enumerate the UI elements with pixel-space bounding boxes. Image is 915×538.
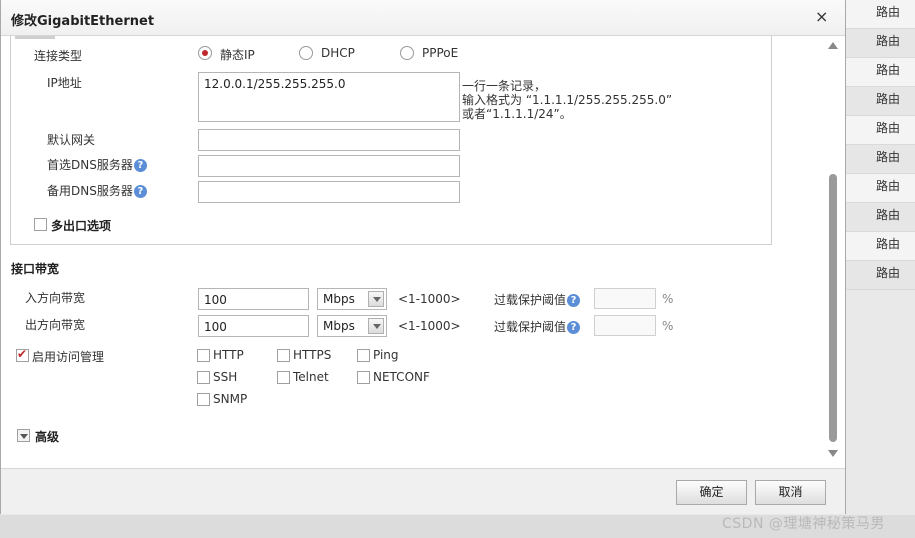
inbound-bandwidth-label: 入方向带宽 (25, 291, 86, 305)
watermark: CSDN @理塘神秘策马男 (722, 516, 885, 532)
list-item[interactable]: 路由 (846, 203, 915, 232)
radio-static-ip-label[interactable]: 静态IP (220, 46, 255, 63)
help-icon[interactable]: ? (567, 294, 581, 307)
list-item[interactable]: 路由 (846, 87, 915, 116)
snmp-checkbox[interactable] (197, 393, 210, 406)
list-item[interactable]: 路由 (846, 116, 915, 145)
dialog-content: 连接类型 静态IP DHCP PPPoE IP地址 12.0.0.1/255.2… (1, 36, 827, 468)
hint-line: 或者“1.1.1.1/24”。 (462, 107, 572, 121)
help-icon[interactable]: ? (133, 159, 147, 172)
outbound-unit-select[interactable]: Mbps (317, 315, 387, 337)
scroll-up-icon[interactable] (828, 42, 838, 49)
secondary-dns-input[interactable] (198, 181, 460, 203)
scroll-thumb[interactable] (829, 174, 837, 442)
ping-label[interactable]: Ping (373, 348, 399, 362)
default-gateway-input[interactable] (198, 129, 460, 151)
inbound-overload-label: 过载保护阈值? (494, 291, 581, 308)
https-label[interactable]: HTTPS (293, 348, 331, 362)
list-item[interactable]: 路由 (846, 58, 915, 87)
edit-interface-dialog: 修改GigabitEthernet × 连接类型 静态IP DHCP PPPoE… (0, 0, 846, 514)
ip-format-hint: 一行一条记录， 输入格式为 “1.1.1.1/255.255.255.0” 或者… (462, 79, 672, 121)
hint-line: 输入格式为 “1.1.1.1/255.255.255.0” (462, 93, 673, 107)
ip-address-label: IP地址 (47, 76, 82, 90)
percent-sign: % (662, 292, 674, 306)
http-label[interactable]: HTTP (213, 348, 244, 362)
netconf-checkbox[interactable] (357, 371, 370, 384)
ip-address-textarea[interactable]: 12.0.0.1/255.255.255.0 (198, 72, 460, 122)
default-gateway-label: 默认网关 (47, 133, 96, 147)
outbound-unit-value: Mbps (323, 319, 355, 333)
connection-type-label: 连接类型 (34, 49, 83, 63)
multi-exit-label[interactable]: 多出口选项 (51, 217, 111, 234)
primary-dns-label-text: 首选DNS服务器 (47, 158, 133, 172)
radio-pppoe[interactable] (400, 46, 414, 60)
radio-dhcp-label[interactable]: DHCP (321, 46, 355, 60)
multi-exit-checkbox[interactable] (34, 218, 47, 231)
help-icon[interactable]: ? (133, 185, 147, 198)
netconf-label[interactable]: NETCONF (373, 370, 430, 384)
primary-dns-label: 首选DNS服务器? (47, 156, 147, 173)
close-icon[interactable]: × (815, 8, 828, 26)
outbound-bandwidth-input[interactable]: 100 (198, 315, 309, 337)
dialog-title: 修改GigabitEthernet (11, 14, 155, 29)
list-item[interactable]: 路由 (846, 145, 915, 174)
outbound-range-hint: <1-1000> (398, 319, 461, 333)
inbound-overload-input[interactable] (594, 288, 656, 309)
outbound-overload-label-text: 过载保护阈值 (494, 320, 567, 334)
inbound-bandwidth-input[interactable]: 100 (198, 288, 309, 310)
outbound-overload-input[interactable] (594, 315, 656, 336)
expand-arrow-icon[interactable] (17, 429, 30, 442)
secondary-dns-label-text: 备用DNS服务器 (47, 184, 133, 198)
ssh-label[interactable]: SSH (213, 370, 237, 384)
dialog-footer: 确定 取消 (1, 468, 845, 514)
outbound-overload-label: 过载保护阈值? (494, 318, 581, 335)
inbound-overload-label-text: 过载保护阈值 (494, 293, 567, 307)
chevron-down-icon[interactable] (368, 291, 384, 307)
primary-dns-input[interactable] (198, 155, 460, 177)
list-item[interactable]: 路由 (846, 261, 915, 290)
telnet-checkbox[interactable] (277, 371, 290, 384)
inbound-range-hint: <1-1000> (398, 292, 461, 306)
list-item[interactable]: 路由 (846, 174, 915, 203)
snmp-label[interactable]: SNMP (213, 392, 247, 406)
secondary-dns-label: 备用DNS服务器? (47, 182, 147, 199)
ping-checkbox[interactable] (357, 349, 370, 362)
outbound-bandwidth-label: 出方向带宽 (25, 318, 86, 332)
background-route-list: 路由 路由 路由 路由 路由 路由 路由 路由 路由 路由 (846, 0, 915, 316)
dialog-titlebar: 修改GigabitEthernet × (1, 0, 845, 36)
inbound-unit-value: Mbps (323, 292, 355, 306)
hint-line: 一行一条记录， (462, 79, 547, 93)
radio-pppoe-label[interactable]: PPPoE (422, 46, 458, 60)
radio-dhcp[interactable] (299, 46, 313, 60)
list-item[interactable]: 路由 (846, 232, 915, 261)
https-checkbox[interactable] (277, 349, 290, 362)
access-management-checkbox[interactable] (16, 347, 29, 362)
list-item[interactable]: 路由 (846, 29, 915, 58)
access-management-label[interactable]: 启用访问管理 (32, 348, 104, 365)
cancel-button[interactable]: 取消 (755, 480, 826, 505)
interface-bandwidth-title: 接口带宽 (11, 262, 60, 276)
advanced-toggle[interactable]: 高级 (35, 428, 59, 445)
ok-button[interactable]: 确定 (676, 480, 747, 505)
http-checkbox[interactable] (197, 349, 210, 362)
percent-sign: % (662, 319, 674, 333)
chevron-down-icon[interactable] (368, 318, 384, 334)
radio-static-ip[interactable] (198, 46, 212, 60)
telnet-label[interactable]: Telnet (293, 370, 329, 384)
help-icon[interactable]: ? (567, 321, 581, 334)
vertical-scrollbar[interactable] (826, 36, 840, 466)
list-item[interactable]: 路由 (846, 0, 915, 29)
ssh-checkbox[interactable] (197, 371, 210, 384)
inbound-unit-select[interactable]: Mbps (317, 288, 387, 310)
scroll-down-icon[interactable] (828, 450, 838, 457)
